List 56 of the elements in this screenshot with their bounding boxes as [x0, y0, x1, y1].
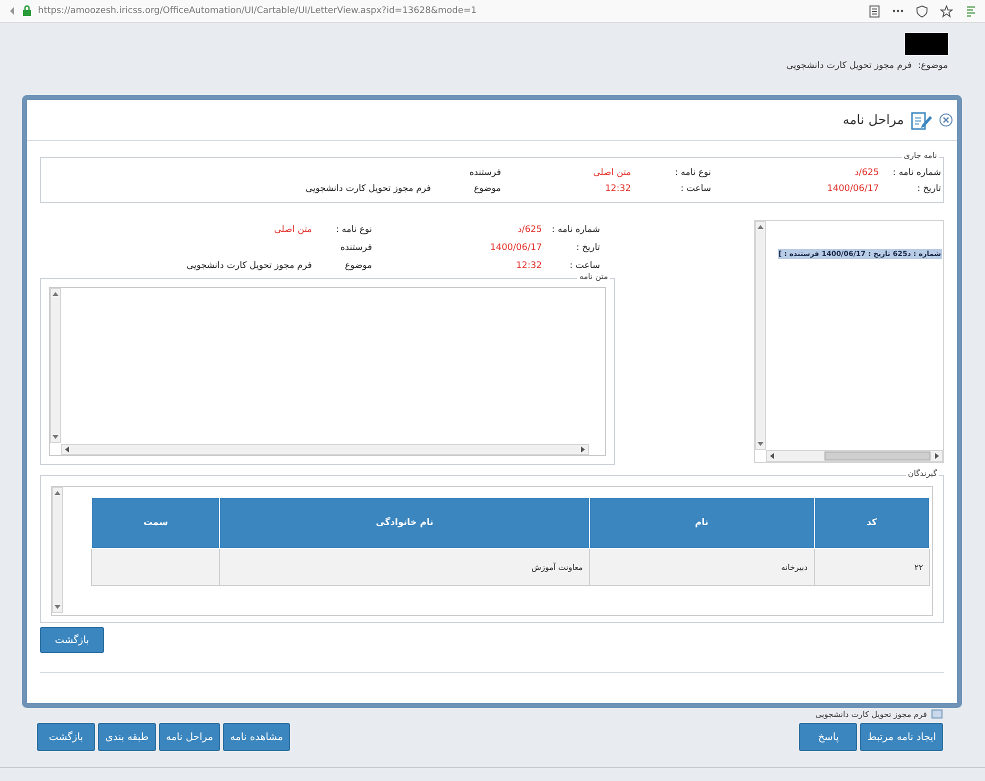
dialog-title: مراحل نامه [842, 112, 904, 128]
field-label: نوع نامه : [334, 224, 372, 234]
action-button[interactable]: مشاهده نامه [223, 723, 290, 751]
field-label: شماره نامه : [550, 224, 600, 234]
action-button[interactable]: بازگشت [37, 723, 95, 751]
action-button[interactable]: طبقه بندی [98, 723, 156, 751]
field-value: متن اصلی [592, 168, 631, 178]
field-value: 1400/06/17 [826, 184, 879, 194]
field-value: متن اصلی [273, 224, 312, 234]
field-label: موضوع [472, 184, 501, 194]
lock-icon [22, 5, 32, 17]
scrollbar[interactable] [766, 450, 943, 462]
action-button[interactable]: پاسخ [799, 723, 858, 751]
group-legend: نامه جاری [902, 151, 939, 160]
close-icon[interactable] [939, 113, 953, 127]
subject-value: فرم مجوز تحویل کارت دانشجویی [786, 61, 912, 71]
redaction-block [905, 33, 948, 55]
field-label: فرستنده [339, 242, 372, 252]
table-cell: ۲۲ [814, 548, 930, 586]
field-value: 625/د [854, 168, 879, 178]
subject-label: موضوع: [918, 61, 948, 71]
field-label: ساعت : [568, 260, 600, 270]
edit-document-icon [910, 110, 933, 130]
group-legend: متن نامه [577, 272, 610, 281]
field-value: 12:32 [604, 184, 631, 194]
scrollbar[interactable] [755, 221, 766, 450]
group-legend: گیرندگان [906, 469, 939, 478]
field-label: تاریخ : [916, 184, 941, 194]
column-header[interactable]: نام خانوادگی [220, 498, 590, 548]
field-value: 1400/06/17 [489, 242, 542, 252]
shield-icon[interactable] [916, 4, 928, 18]
field-value: 625/د [516, 224, 542, 234]
field-label: فرستنده [468, 168, 501, 178]
column-header[interactable]: نام [589, 498, 814, 548]
field-label: ساعت : [680, 184, 711, 194]
table-cell: معاونت آموزش [220, 548, 590, 586]
field-label: موضوع [344, 260, 372, 270]
back-button[interactable]: بازگشت [40, 627, 104, 653]
column-header[interactable]: سمت [92, 498, 220, 548]
action-button[interactable]: مراحل نامه [159, 723, 220, 751]
field-value: 12:32 [515, 260, 542, 270]
column-header[interactable]: کد [814, 498, 930, 548]
field-label: نوع نامه : [674, 168, 711, 178]
table-cell: دبیرخانه [589, 548, 814, 586]
action-button[interactable]: ایجاد نامه مرتبط [860, 723, 943, 751]
field-value: فرم مجوز تحویل کارت دانشجویی [185, 260, 312, 270]
field-value: فرم مجوز تحویل کارت دانشجویی [304, 184, 431, 194]
scrollbar[interactable] [52, 487, 63, 613]
reader-view-icon[interactable] [869, 4, 880, 18]
field-label: شماره نامه : [892, 168, 941, 178]
scrollbar[interactable] [61, 444, 589, 455]
field-label: تاریخ : [575, 242, 600, 252]
star-icon[interactable] [940, 4, 953, 18]
library-icon[interactable] [965, 4, 977, 18]
scrollbar[interactable] [50, 288, 61, 443]
subject-caption: فرم مجوز تحویل کارت دانشجویی [815, 710, 927, 718]
